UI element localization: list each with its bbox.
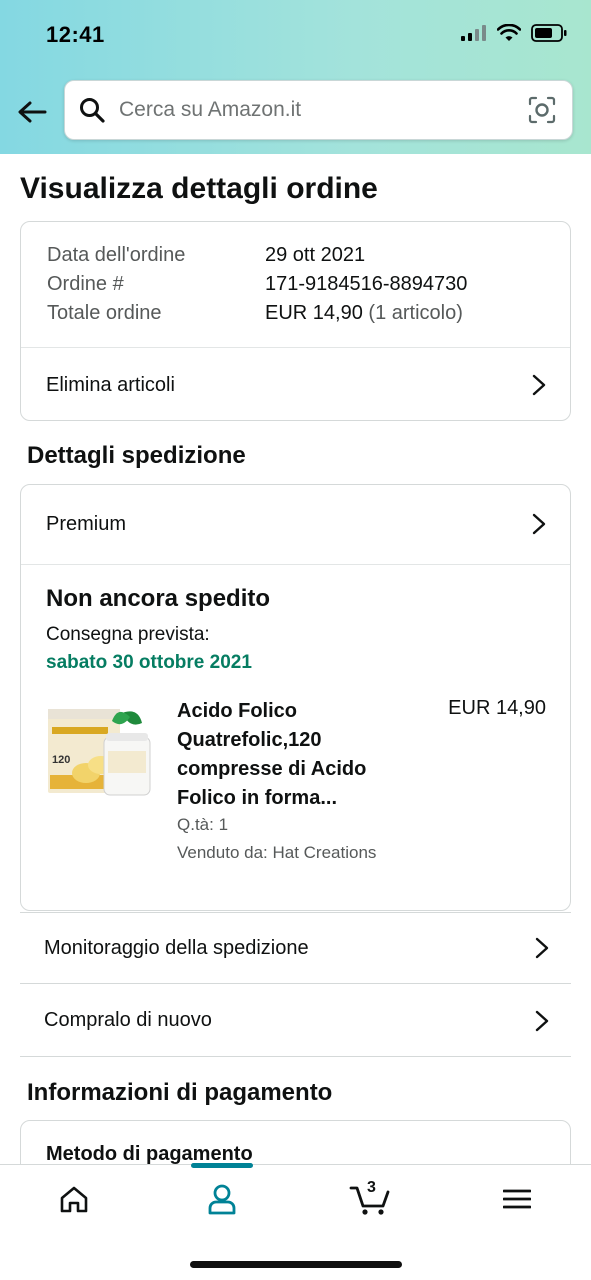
tab-menu[interactable] (487, 1179, 547, 1219)
shipment-card: Premium Non ancora spedito Consegna prev… (20, 484, 571, 911)
order-summary-card: Data dell'ordine 29 ott 2021 Ordine # 17… (20, 221, 571, 421)
delete-items-label: Elimina articoli (46, 373, 175, 396)
back-button[interactable] (14, 94, 50, 130)
order-total-amount: EUR 14,90 (265, 302, 363, 324)
wifi-icon (497, 24, 521, 41)
product-name-link[interactable]: Acido Folico Quatrefolic,120 compresse d… (177, 697, 397, 813)
menu-icon (503, 1189, 531, 1209)
page-title: Visualizza dettagli ordine (20, 172, 378, 205)
search-input[interactable] (119, 98, 528, 122)
order-date-label: Data dell'ordine (47, 244, 186, 266)
order-number-label: Ordine # (47, 273, 124, 295)
account-icon (208, 1184, 236, 1215)
chevron-right-icon (535, 1010, 549, 1031)
product-image[interactable]: 120 (46, 703, 154, 803)
track-shipment-link[interactable]: Monitoraggio della spedizione (20, 912, 571, 984)
order-total-label: Totale ordine (47, 302, 162, 324)
camera-search-icon[interactable] (528, 96, 556, 124)
order-total-items: (1 articolo) (368, 302, 463, 324)
delivery-label: Consegna prevista: (46, 624, 210, 645)
tab-home[interactable] (44, 1179, 104, 1219)
order-total-value: EUR 14,90 (1 articolo) (265, 302, 463, 325)
signal-icon (461, 25, 486, 41)
home-icon (60, 1186, 88, 1213)
status-time: 12:41 (46, 22, 105, 47)
home-indicator[interactable] (190, 1261, 402, 1268)
chevron-right-icon (532, 513, 546, 535)
chevron-right-icon (535, 937, 549, 959)
bottom-tab-bar: 3 (0, 1163, 591, 1280)
tab-account[interactable] (192, 1179, 252, 1219)
active-tab-indicator (191, 1163, 253, 1168)
cart-count-badge: 3 (367, 1179, 376, 1196)
buy-again-link[interactable]: Compralo di nuovo (20, 985, 571, 1057)
product-quantity: Q.tà: 1 (177, 815, 229, 834)
divider (21, 564, 570, 565)
shipping-speed-link[interactable]: Premium (21, 485, 570, 563)
battery-icon (531, 24, 567, 42)
delivery-date: sabato 30 ottobre 2021 (46, 652, 252, 673)
buy-again-label: Compralo di nuovo (44, 1009, 212, 1031)
order-date-value: 29 ott 2021 (265, 244, 366, 266)
shipping-section-title: Dettagli spedizione (27, 442, 246, 469)
header: 12:41 (0, 0, 591, 154)
status-icons (461, 24, 567, 42)
search-icon (79, 96, 107, 124)
delete-items-link[interactable]: Elimina articoli (21, 348, 570, 422)
chevron-right-icon (532, 374, 546, 396)
payment-section-title: Informazioni di pagamento (27, 1079, 333, 1106)
product-price: EUR 14,90 (448, 697, 546, 719)
shipment-status: Non ancora spedito (46, 585, 271, 612)
search-bar[interactable] (64, 80, 573, 140)
back-arrow-icon (18, 101, 47, 123)
product-seller: Venduto da: Hat Creations (177, 843, 377, 862)
shipping-speed-label: Premium (46, 512, 127, 535)
track-shipment-label: Monitoraggio della spedizione (44, 936, 309, 959)
order-number-value: 171-9184516-8894730 (265, 273, 468, 295)
svg-text:120: 120 (52, 754, 70, 766)
